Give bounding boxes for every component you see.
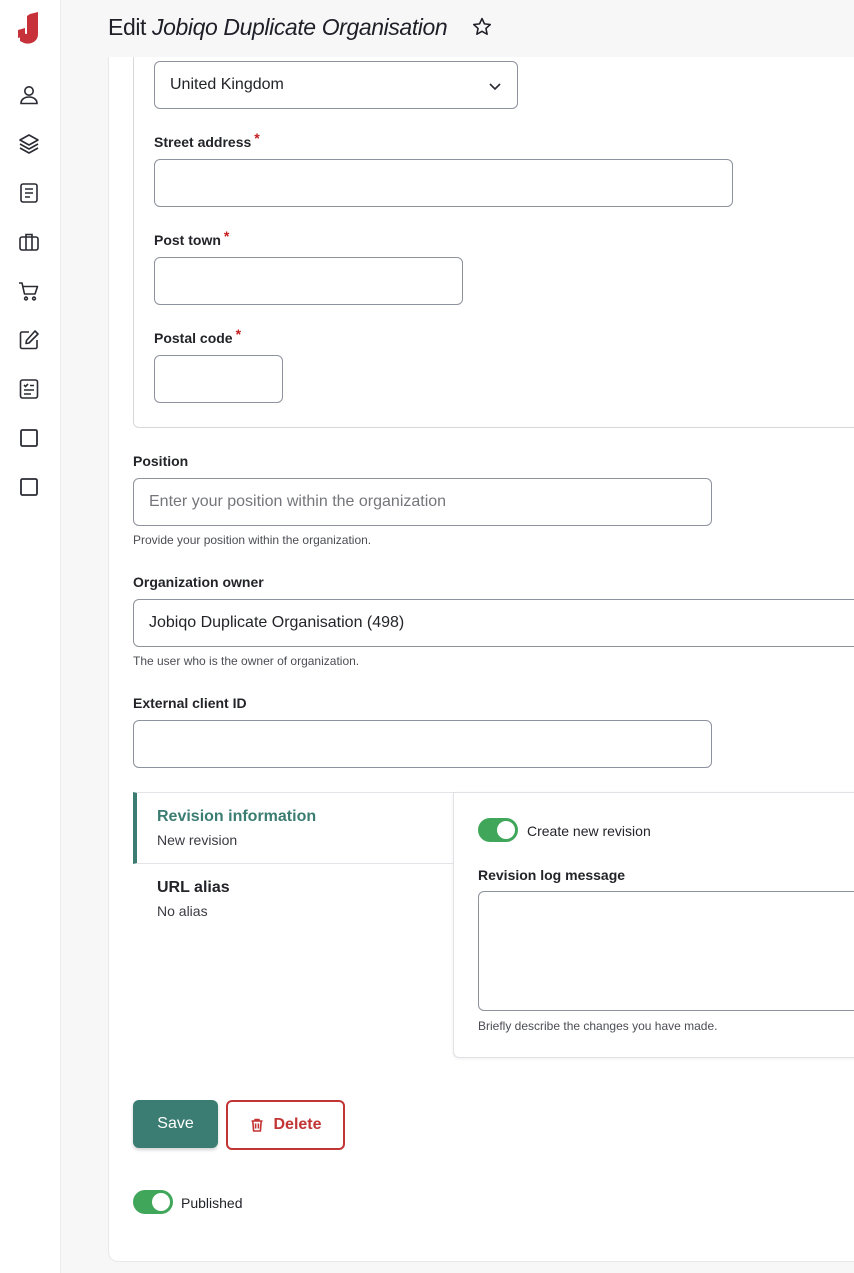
cart-icon[interactable] [17,279,41,303]
sidebar [0,0,61,1273]
postal-code-input[interactable] [154,355,283,403]
revision-pane: Create new revision Revision log message… [453,792,854,1058]
page-header: Edit Jobiqo Duplicate Organisation [61,0,854,57]
country-select[interactable]: United Kingdom [154,61,518,109]
create-revision-label: Create new revision [527,823,651,839]
position-label: Position [133,453,189,469]
create-revision-toggle[interactable] [478,818,518,842]
tab-revision-title: Revision information [157,808,317,825]
position-help: Provide your position within the organiz… [133,533,372,547]
square-icon[interactable] [17,426,41,450]
toggle-knob [152,1193,170,1211]
page-title-entity: Jobiqo Duplicate Organisation [152,14,448,40]
published-toggle[interactable] [133,1190,173,1214]
organization-owner-help: The user who is the owner of organizatio… [133,654,360,668]
organization-owner-label: Organization owner [133,574,264,590]
organization-owner-value: Jobiqo Duplicate Organisation (498) [149,614,405,631]
postal-code-label: Postal code * [154,326,242,346]
tab-revision-summary: New revision [157,832,238,848]
user-icon[interactable] [17,83,41,107]
required-mark: * [254,130,260,146]
position-input[interactable]: Enter your position within the organizat… [133,478,712,526]
document-icon[interactable] [17,181,41,205]
organization-owner-input[interactable]: Jobiqo Duplicate Organisation (498) [133,599,854,647]
published-label: Published [181,1195,243,1211]
layers-icon[interactable] [17,132,41,156]
form-icon[interactable] [17,377,41,401]
trash-icon [251,1118,263,1132]
required-mark: * [223,228,230,244]
required-mark: * [235,326,242,342]
post-town-label: Post town * [154,228,230,248]
external-client-id-label: External client ID [133,695,247,711]
vertical-tabs: Revision information New revision URL al… [133,792,854,1058]
delete-button[interactable]: Delete [226,1100,345,1150]
star-icon[interactable] [471,16,493,38]
street-address-input[interactable] [154,159,733,207]
position-placeholder: Enter your position within the organizat… [149,493,447,510]
country-select-value: United Kingdom [170,76,284,93]
tab-url-alias-title: URL alias [157,879,230,896]
revision-log-textarea[interactable] [478,891,854,1011]
revision-log-help: Briefly describe the changes you have ma… [478,1019,718,1033]
briefcase-icon[interactable] [17,230,41,254]
tab-revision-information[interactable]: Revision information New revision [133,792,454,864]
toggle-knob [497,821,515,839]
save-button-label: Save [157,1115,194,1132]
post-town-input[interactable] [154,257,463,305]
revision-log-label: Revision log message [478,867,626,883]
chevron-down-icon [489,83,501,91]
tab-url-alias-summary: No alias [157,903,208,919]
save-button[interactable]: Save [133,1100,218,1148]
tab-url-alias[interactable]: URL alias No alias [133,864,454,928]
square-icon[interactable] [17,475,41,499]
external-client-id-input[interactable] [133,720,712,768]
delete-button-label: Delete [273,1116,322,1133]
page-title: Edit Jobiqo Duplicate Organisation [108,14,448,41]
page-title-prefix: Edit [108,14,147,40]
logo[interactable] [16,12,40,46]
street-address-label: Street address * [154,130,260,150]
edit-icon[interactable] [17,328,41,352]
